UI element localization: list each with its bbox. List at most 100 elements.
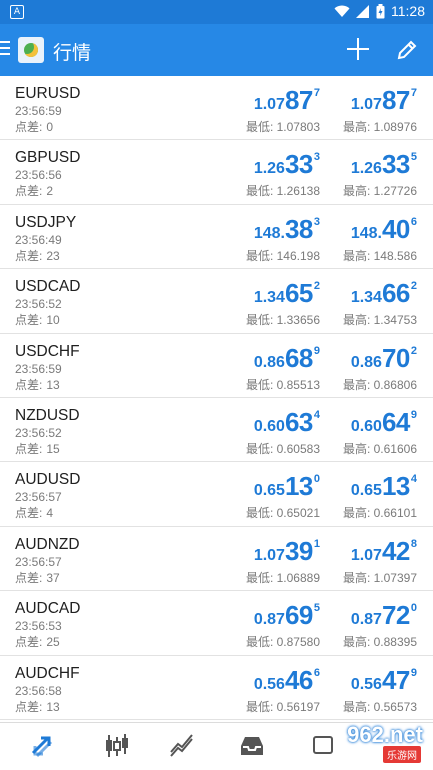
symbol-name: USDCHF (15, 342, 80, 360)
add-symbol-button[interactable] (344, 35, 372, 63)
bid-price-fraction: 2 (313, 280, 320, 293)
battery-icon (376, 3, 385, 18)
watermark-text: 962.net (347, 722, 423, 747)
ask-price[interactable]: 148.406 (351, 214, 417, 245)
symbol-name: USDJPY (15, 213, 77, 231)
spread-value: 13 (46, 377, 60, 392)
ask-price[interactable]: 0.86702 (351, 343, 417, 374)
ask-price[interactable]: 0.87720 (351, 600, 417, 631)
bid-price[interactable]: 0.56466 (254, 665, 320, 696)
menu-icon[interactable] (0, 41, 10, 55)
spread-value: 13 (46, 699, 60, 714)
inbox-icon (241, 737, 263, 755)
edit-button[interactable] (393, 36, 421, 64)
ask-price[interactable]: 1.07428 (351, 536, 417, 567)
ask-price[interactable]: 0.56479 (351, 665, 417, 696)
quote-time: 23:56:52 (15, 425, 62, 440)
bid-price-pips: 65 (284, 278, 313, 309)
spread-value: 0 (46, 120, 54, 134)
watermark-logo: 962.net 乐游网 (303, 720, 431, 768)
bid-price[interactable]: 148.383 (254, 214, 320, 245)
quote-row[interactable]: USDCHF 23:56:59 点差: 13 0.86689 0.86702 最低: 0.8… (0, 334, 433, 398)
quotes-tab[interactable] (18, 729, 66, 763)
quote-time: 23:56:52 (15, 297, 62, 312)
bid-price-fraction: 1 (313, 537, 320, 550)
spread-label: 点差: (15, 184, 43, 199)
quote-time: 23:56:57 (15, 554, 62, 569)
bid-price[interactable]: 0.60634 (254, 407, 320, 438)
history-tab[interactable] (228, 729, 276, 763)
bid-price[interactable]: 0.65130 (254, 471, 320, 502)
ask-price[interactable]: 0.60649 (351, 407, 417, 438)
ask-price-pips: 42 (381, 535, 410, 566)
app-logo[interactable] (18, 37, 44, 63)
ask-price-pips: 40 (381, 213, 410, 244)
spread: 点差: 0 (15, 118, 53, 135)
ask-price-fraction: 4 (410, 473, 417, 486)
spread: 点差: 13 (15, 376, 60, 393)
spread: 点差: 13 (15, 698, 60, 715)
ask-price-pips: 13 (381, 471, 410, 502)
wifi-icon (334, 5, 350, 17)
spread: 点差: 15 (15, 440, 60, 457)
low-price: 最低: 1.07803 (245, 120, 320, 134)
spread-value: 25 (46, 635, 60, 650)
low-price: 最低: 1.26138 (245, 184, 320, 199)
symbol-name: USDCAD (15, 278, 81, 296)
bid-price[interactable]: 1.34652 (254, 278, 320, 309)
ask-price-fraction: 9 (410, 666, 417, 679)
spread: 点差: 4 (15, 504, 53, 521)
bid-price[interactable]: 1.26333 (254, 149, 320, 180)
quote-row[interactable]: USDJPY 23:56:49 点差: 23 148.383 148.406 最低: 146… (0, 205, 433, 270)
ask-price-prefix: 0.65 (350, 482, 382, 500)
spread: 点差: 37 (15, 569, 60, 586)
bid-price-fraction: 6 (313, 666, 320, 679)
quote-row[interactable]: AUDNZD 23:56:57 点差: 37 1.07391 1.07428 最低: 1.0… (0, 527, 433, 592)
ask-price-fraction: 2 (410, 280, 417, 293)
high-price: 最高: 1.34753 (342, 313, 417, 328)
ask-price[interactable]: 1.34662 (351, 278, 417, 309)
ask-price-fraction: 9 (410, 408, 417, 421)
low-price: 最低: 0.85513 (245, 377, 320, 392)
quote-row[interactable]: NZDUSD 23:56:52 点差: 15 0.60634 0.60649 最低: 0.6… (0, 398, 433, 463)
ask-price-prefix: 0.60 (350, 417, 382, 435)
ask-price[interactable]: 1.26335 (351, 149, 417, 180)
low-price: 最低: 0.56197 (245, 699, 320, 714)
ask-price-prefix: 0.56 (350, 675, 382, 693)
quote-time: 23:56:53 (15, 619, 62, 634)
quote-row[interactable]: AUDCAD 23:56:53 点差: 25 0.87695 0.87720 最低: 0.8… (0, 591, 433, 656)
quote-time: 23:56:56 (15, 168, 62, 183)
ask-price-prefix: 1.26 (350, 160, 382, 178)
symbol-name: EURUSD (15, 85, 81, 102)
bid-price-prefix: 1.34 (253, 289, 285, 307)
ask-price[interactable]: 1.07877 (351, 85, 417, 116)
bid-price-fraction: 3 (313, 151, 320, 164)
page-title: 行情 (53, 43, 92, 64)
bid-price[interactable]: 1.07391 (254, 536, 320, 567)
quote-row[interactable]: AUDUSD 23:56:57 点差: 4 0.65130 0.65134 最低: 0.65… (0, 462, 433, 527)
bid-price[interactable]: 0.86689 (254, 343, 320, 374)
bid-price-pips: 46 (284, 664, 313, 695)
bid-price-pips: 13 (284, 471, 313, 502)
quote-row[interactable]: AUDCHF 23:56:58 点差: 13 0.56466 0.56479 最低: 0.5… (0, 656, 433, 720)
signal-icon (356, 4, 369, 18)
symbol-name: AUDCAD (15, 600, 81, 618)
bid-price[interactable]: 1.07877 (254, 85, 320, 116)
symbol-name: NZDUSD (15, 406, 80, 424)
ask-price-fraction: 8 (410, 537, 417, 550)
bid-price-pips: 87 (284, 85, 313, 115)
bid-price[interactable]: 0.87695 (254, 600, 320, 631)
chart-tab[interactable] (93, 729, 141, 763)
bid-price-pips: 63 (284, 406, 313, 437)
arrows-icon (31, 736, 53, 758)
quote-row[interactable]: EURUSD 23:56:59 点差: 0 1.07877 1.07877 最低: 1.07… (0, 76, 433, 141)
ask-price[interactable]: 0.65134 (351, 471, 417, 502)
low-price: 最低: 1.06889 (245, 570, 320, 585)
clock: 11:28 (391, 3, 425, 19)
spread-label: 点差: (15, 635, 43, 650)
quote-row[interactable]: USDCAD 23:56:52 点差: 10 1.34652 1.34662 最低: 1.3… (0, 269, 433, 334)
spread-label: 点差: (15, 699, 43, 714)
quote-row[interactable]: GBPUSD 23:56:56 点差: 2 1.26333 1.26335 最低: 1.26… (0, 140, 433, 205)
symbol-name: AUDNZD (15, 535, 80, 553)
trade-tab[interactable] (158, 729, 206, 763)
